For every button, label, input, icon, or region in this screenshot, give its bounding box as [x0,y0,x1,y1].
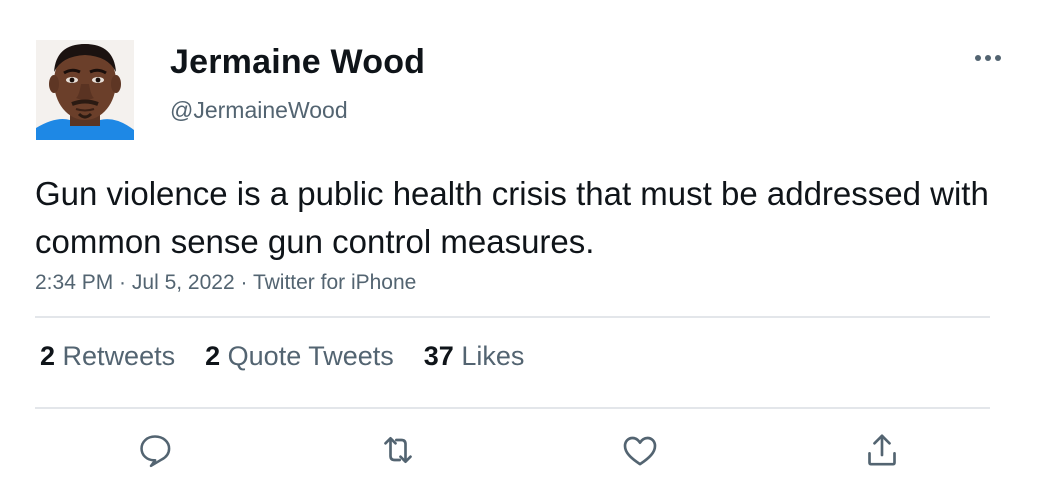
meta-separator: · [113,271,132,294]
tweet-text: Gun violence is a public health crisis t… [35,175,989,260]
author-handle[interactable]: @JermaineWood [170,97,348,124]
divider [35,316,990,318]
heart-icon [623,436,657,466]
tweet-meta: 2:34 PM · Jul 5, 2022 · Twitter for iPho… [35,271,416,295]
quote-tweets-label: Quote Tweets [227,341,394,371]
quote-tweets-stat[interactable]: 2 Quote Tweets [205,341,394,372]
avatar-photo [36,40,134,140]
likes-stat[interactable]: 37 Likes [424,341,525,372]
more-options-button[interactable] [968,44,1008,72]
retweet-icon [384,437,412,463]
divider [35,407,990,409]
meta-separator: · [234,271,253,294]
avatar[interactable] [36,40,134,140]
likes-count: 37 [423,341,454,371]
tweet-source[interactable]: Twitter for iPhone [253,271,416,294]
retweets-count: 2 [40,341,56,371]
like-button[interactable] [620,430,660,470]
reply-button[interactable] [135,430,175,470]
quote-tweets-count: 2 [205,341,221,371]
tweet-time[interactable]: 2:34 PM [35,271,113,294]
more-icon [975,55,1001,61]
share-button[interactable] [862,430,902,470]
share-icon [868,434,896,466]
reply-icon [140,435,171,468]
retweets-stat[interactable]: 2 Retweets [40,341,175,372]
likes-label: Likes [461,341,525,371]
retweets-label: Retweets [62,341,176,371]
tweet-date[interactable]: Jul 5, 2022 [132,271,235,294]
retweet-button[interactable] [378,430,418,470]
tweet-stats: 2 Retweets 2 Quote Tweets 37 Likes [40,341,524,372]
author-name[interactable]: Jermaine Wood [170,43,425,82]
